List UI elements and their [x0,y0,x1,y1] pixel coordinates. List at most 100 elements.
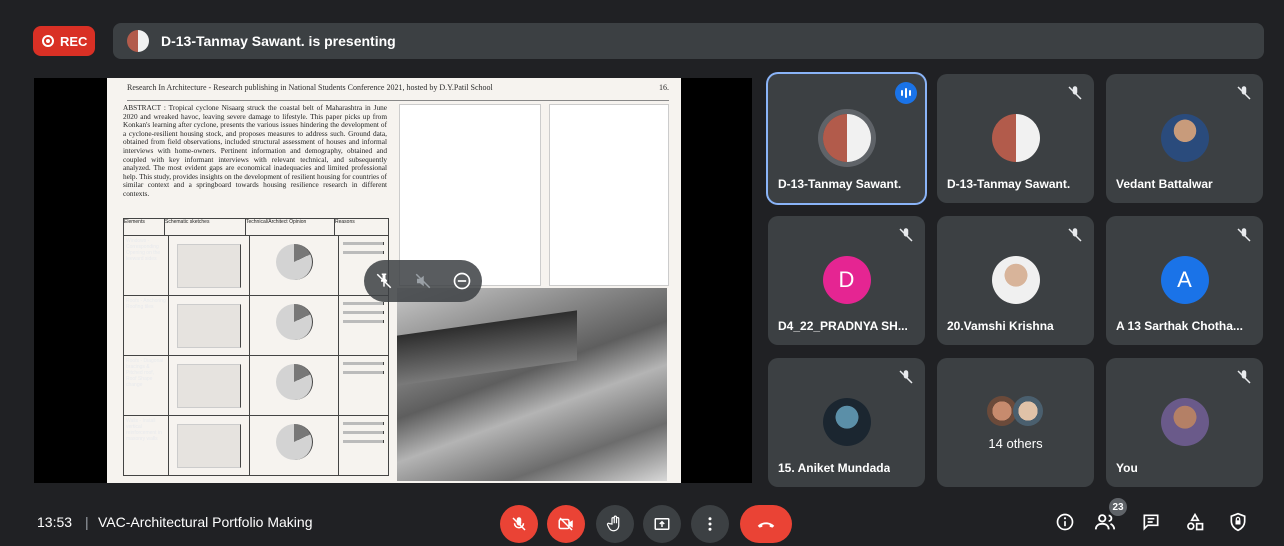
minus-circle-icon [453,272,471,290]
table-cell: Roofs - Anchoring Roofing tiles [124,296,169,355]
participant-tile[interactable]: 15. Aniket Mundada [768,358,925,487]
running-head-text: Research In Architecture - Research publ… [127,83,493,92]
participant-tile[interactable]: A A 13 Sarthak Chotha... [1106,216,1263,345]
sketch-image [177,364,241,408]
participant-tile[interactable]: 20.Vamshi Krishna [937,216,1094,345]
table-cell: Walls - Install vertical reinforcement i… [124,416,169,475]
participant-name: D-13-Tanmay Sawant. [778,177,902,191]
participant-name: D4_22_PRADNYA SH... [778,319,908,333]
table-header-cell: Reasons [335,219,355,225]
camera-button[interactable] [547,505,585,543]
document-inset-page [399,104,541,286]
table-header-cell: Schematic sketches [165,219,246,235]
table-header-cell: Elements [124,219,165,235]
table-row: Roofs - Anchoring Roofing tiles [124,296,388,356]
chat-button[interactable] [1139,510,1163,534]
top-bar: REC D-13-Tanmay Sawant. is presenting [0,0,1284,78]
participant-tile[interactable]: D-13-Tanmay Sawant. [768,74,925,203]
page-number: 16. [659,83,669,92]
presenter-avatar [127,30,149,52]
meeting-clock: 13:53 [37,514,73,530]
participant-tile[interactable]: D-13-Tanmay Sawant. [937,74,1094,203]
activities-button[interactable] [1183,510,1207,534]
present-button[interactable] [643,505,681,543]
remove-button[interactable] [447,266,477,296]
opinion-table: Elements Schematic sketches Technical/Ar… [123,218,389,476]
chat-icon [1143,514,1159,531]
others-count: 14 others [988,436,1043,451]
participant-name: Vedant Battalwar [1116,177,1213,191]
raise-hand-button[interactable] [596,505,634,543]
shield-lock-icon [1230,512,1246,532]
avatar [1160,398,1209,446]
host-controls-button[interactable] [1226,510,1250,534]
rec-label: REC [60,33,88,49]
table-row: Windows - Corresponding Opening on the l… [124,236,388,296]
participant-name: D-13-Tanmay Sawant. [947,177,1071,191]
meeting-details-button[interactable] [1053,510,1077,534]
recording-indicator[interactable]: REC [33,26,95,56]
participant-tile[interactable]: Vedant Battalwar [1106,74,1263,203]
table-row: Roofs - Diagonal bracings & Pitched roof… [124,356,388,416]
hand-icon [606,515,620,532]
mute-presenter-button[interactable] [408,266,438,296]
avatar [1160,114,1209,162]
participant-name: 15. Aniket Mundada [778,461,891,475]
more-options-button[interactable] [691,505,729,543]
avatar [991,256,1040,304]
avatar [991,114,1040,162]
participant-tile[interactable]: D D4_22_PRADNYA SH... [768,216,925,345]
mic-off-icon [1068,86,1082,100]
sketch-image [177,304,241,348]
unpin-icon [376,273,391,289]
table-header: Elements Schematic sketches Technical/Ar… [124,219,388,236]
microphone-button[interactable] [500,505,538,543]
present-screen-icon [654,518,670,530]
participant-tile[interactable]: You [1106,358,1263,487]
participant-tile[interactable]: 14 others [937,358,1094,487]
participant-name: A 13 Sarthak Chotha... [1116,319,1243,333]
info-icon [1056,513,1074,531]
pin-overlay [364,260,482,302]
meeting-title: VAC-Architectural Portfolio Making [98,514,313,530]
separator: | [85,514,89,530]
avatar [822,114,871,162]
camera-off-icon [558,517,573,531]
speaking-indicator-icon [895,82,917,104]
mic-off-icon [1237,228,1251,242]
hang-up-icon [757,522,775,528]
avatar [1013,396,1043,426]
mic-off-icon [1237,370,1251,384]
participant-name: 20.Vamshi Krishna [947,319,1054,333]
document-left-column: ABSTRACT : Tropical cyclone Nisaarg stru… [123,103,389,476]
participant-name: You [1116,461,1138,475]
leave-call-button[interactable] [740,505,792,543]
activities-icon [1187,512,1204,531]
pie-image [275,244,313,280]
document-running-head: Research In Architecture - Research publ… [127,83,669,101]
avatar [822,398,871,446]
table-cell: Roofs - Diagonal bracings & Pitched roof… [124,356,169,415]
volume-off-icon [415,273,431,289]
table-row: Walls - Install vertical reinforcement i… [124,416,388,475]
document-inset-page [549,104,669,286]
presenting-banner: D-13-Tanmay Sawant. is presenting [113,23,1264,59]
bottom-bar: 13:53 | VAC-Architectural Portfolio Maki… [0,498,1284,546]
participant-count-badge: 23 [1109,498,1127,516]
presentation-stage[interactable]: Research In Architecture - Research publ… [34,78,752,483]
village-photo [397,288,667,481]
avatar: D [822,256,871,304]
more-vert-icon [708,517,712,531]
mic-off-icon [899,228,913,242]
avatar: A [1160,256,1209,304]
mic-off-icon [512,517,526,531]
unpin-button[interactable] [369,266,399,296]
mic-off-icon [1068,228,1082,242]
pie-image [275,424,313,460]
pie-image [275,364,313,400]
table-cell: Windows - Corresponding Opening on the l… [124,236,169,295]
sketch-image [177,424,241,468]
pie-image [275,304,313,340]
table-header-cell: Technical/Architect Opinion [246,219,335,235]
record-icon [42,35,54,47]
